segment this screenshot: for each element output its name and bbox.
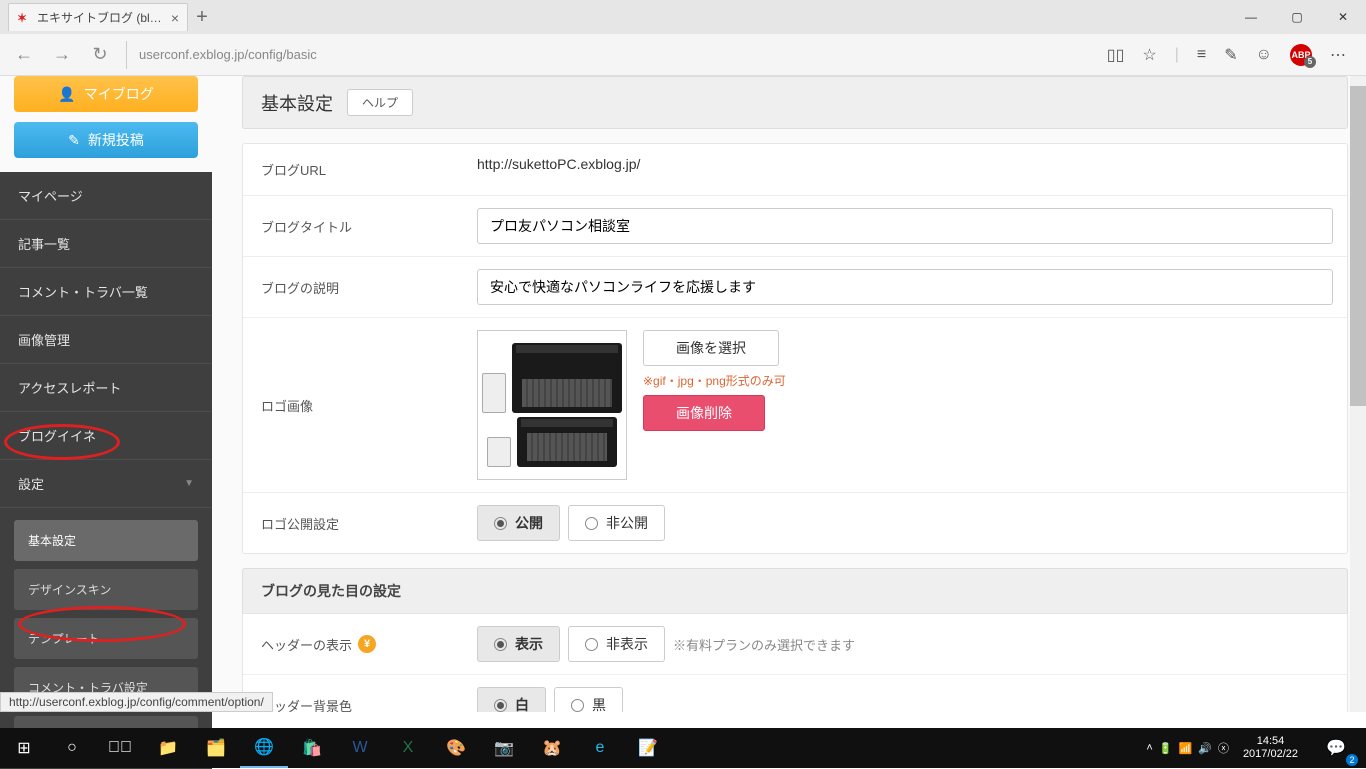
cortana-icon[interactable]: ○ [48,728,96,768]
more-icon[interactable]: ⋯ [1330,45,1346,65]
radio-bg-black[interactable]: 黒 [554,687,623,712]
label-logo: ロゴ画像 [243,318,463,492]
tray-volume-icon[interactable]: 🔊 [1198,742,1212,755]
share-icon[interactable]: ☺ [1256,46,1272,64]
tray-wifi-icon[interactable]: 📶 [1179,742,1193,755]
pencil-icon: ✎ [68,132,80,149]
taskbar-camera-icon[interactable]: 📷 [480,728,528,768]
taskview-icon[interactable]: ▢⃞ [96,728,144,768]
taskbar-clock[interactable]: 14:54 2017/02/22 [1235,735,1306,761]
logo-thumbnail [477,330,627,480]
window-close-button[interactable]: ✕ [1320,2,1366,32]
sidebar-item-access[interactable]: アクセスレポート [0,364,212,412]
taskbar-word-icon[interactable]: W [336,728,384,768]
label-blog-title: ブログタイトル [243,196,463,256]
sidebar-item-articles[interactable]: 記事一覧 [0,220,212,268]
tab-close-icon[interactable]: × [171,10,179,26]
taskbar-paint-icon[interactable]: 🎨 [432,728,480,768]
taskbar-explorer-icon[interactable]: 🗂️ [192,728,240,768]
help-button[interactable]: ヘルプ [347,89,413,116]
radio-logo-public[interactable]: 公開 [477,505,560,541]
logo-format-note: ※gif・jpg・png形式のみ可 [643,372,786,389]
page-title: 基本設定 [261,90,333,116]
radio-header-show[interactable]: 表示 [477,626,560,662]
sidebar-item-settings[interactable]: 設定 ▼ [0,460,212,508]
url-bar[interactable]: userconf.exblog.jp/config/basic [126,41,1093,69]
sidebar-item-mypage[interactable]: マイページ [0,172,212,220]
sidebar-item-comments[interactable]: コメント・トラバ一覧 [0,268,212,316]
label-header-display: ヘッダーの表示 ¥ [243,614,463,674]
laptop-icon [512,343,622,413]
chevron-down-icon: ▼ [184,478,194,489]
radio-logo-private[interactable]: 非公開 [568,505,665,541]
taskbar-edge-icon[interactable]: 🌐 [240,728,288,768]
person-icon: 👤 [58,86,75,103]
browser-tab[interactable]: ✶ エキサイトブログ (blog)|基本 × [8,3,188,31]
label-blog-url: ブログURL [243,144,463,195]
sidebar-item-iine[interactable]: ブログイイネ [0,412,212,460]
notes-icon[interactable]: ✎ [1224,45,1237,65]
sidebar-sub-basic[interactable]: 基本設定 [14,520,198,561]
window-maximize-button[interactable]: ▢ [1274,2,1320,32]
taskbar-app-icon[interactable]: 🐹 [528,728,576,768]
taskbar-folder1-icon[interactable]: 📁 [144,728,192,768]
status-bar: http://userconf.exblog.jp/config/comment… [0,692,273,712]
value-blog-url: http://sukettoPC.exblog.jp/ [463,144,1347,195]
delete-image-button[interactable]: 画像削除 [643,395,765,431]
taskbar-notes-icon[interactable]: 📝 [624,728,672,768]
start-button[interactable]: ⊞ [0,728,48,768]
label-blog-desc: ブログの説明 [243,257,463,317]
tab-favicon-icon: ✶ [17,11,31,25]
taskbar-excel-icon[interactable]: X [384,728,432,768]
taskbar-store-icon[interactable]: 🛍️ [288,728,336,768]
label-header-bg: ヘッダー背景色 [243,675,463,712]
nav-forward-icon[interactable]: → [50,44,74,65]
url-text: userconf.exblog.jp/config/basic [139,47,317,62]
radio-bg-white[interactable]: 白 [477,687,546,712]
header-hint: ※有料プランのみ選択できます [673,635,855,654]
calculator-icon [487,437,511,467]
sidebar-item-images[interactable]: 画像管理 [0,316,212,364]
new-tab-button[interactable]: + [188,3,216,31]
tray-close-icon[interactable]: ⓧ [1218,740,1229,756]
laptop-open-icon [517,417,617,467]
sidebar-sub-template[interactable]: テンプレート [14,618,198,659]
hub-icon[interactable]: ≡ [1197,46,1206,64]
tray-battery-icon[interactable]: 🔋 [1159,742,1173,755]
nav-back-icon[interactable]: ← [12,44,36,65]
page-scrollbar[interactable] [1350,76,1366,712]
favorite-icon[interactable]: ☆ [1142,45,1156,65]
sidebar-sub-design[interactable]: デザインスキン [14,569,198,610]
input-blog-desc[interactable] [477,269,1333,305]
section-appearance-head: ブログの見た目の設定 [242,568,1348,613]
tray-chevron-icon[interactable]: ˄ [1146,742,1152,754]
tab-title: エキサイトブログ (blog)|基本 [37,9,165,26]
new-post-button[interactable]: ✎ 新規投稿 [14,122,198,158]
abp-icon[interactable]: ABP5 [1290,44,1312,66]
nav-refresh-icon[interactable]: ↻ [88,44,112,65]
radio-header-hide[interactable]: 非表示 [568,626,665,662]
taskbar-ie-icon[interactable]: e [576,728,624,768]
label-logo-pub: ロゴ公開設定 [243,493,463,553]
coin-icon: ¥ [358,635,376,653]
reading-view-icon[interactable]: ▯▯ [1107,45,1125,65]
window-minimize-button[interactable]: — [1228,2,1274,32]
phone-icon [482,373,506,413]
action-center-icon[interactable]: 💬 [1312,728,1360,768]
input-blog-title[interactable] [477,208,1333,244]
select-image-button[interactable]: 画像を選択 [643,330,779,366]
myblog-button[interactable]: 👤 マイブログ [14,76,198,112]
